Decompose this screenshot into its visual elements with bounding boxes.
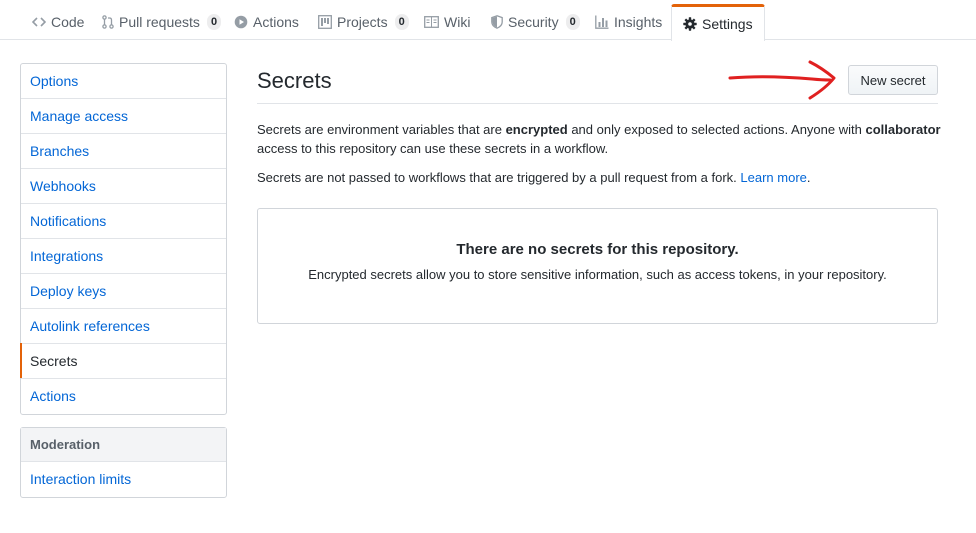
- tab-label: Insights: [614, 14, 663, 30]
- play-icon: [234, 15, 248, 29]
- desc-bold: encrypted: [505, 122, 568, 137]
- blankslate-text: Encrypted secrets allow you to store sen…: [308, 267, 887, 282]
- moderation-heading: Moderation: [21, 428, 226, 462]
- learn-more-link[interactable]: Learn more: [740, 170, 806, 185]
- project-icon: [318, 15, 332, 29]
- sidebar-item-deploy-keys[interactable]: Deploy keys: [21, 274, 226, 309]
- shield-icon: [491, 15, 503, 29]
- repo-nav-tabs: Code Pull requests 0 Actions Projects 0 …: [0, 0, 976, 41]
- sidebar-item-autolink-references[interactable]: Autolink references: [21, 309, 226, 344]
- fork-note: Secrets are not passed to workflows that…: [257, 168, 947, 187]
- sidebar-item-secrets[interactable]: Secrets: [20, 343, 226, 379]
- code-icon: [32, 16, 46, 28]
- tab-label: Settings: [702, 16, 753, 32]
- tab-security[interactable]: Security 0: [491, 4, 580, 40]
- gear-icon: [683, 17, 697, 31]
- sidebar-item-options[interactable]: Options: [21, 64, 226, 99]
- tab-wiki[interactable]: Wiki: [424, 4, 470, 40]
- sidebar-item-interaction-limits[interactable]: Interaction limits: [21, 462, 226, 497]
- blankslate-title: There are no secrets for this repository…: [456, 241, 739, 258]
- new-secret-button[interactable]: New secret: [848, 65, 938, 95]
- desc-text: and only exposed to selected actions. An…: [567, 122, 866, 137]
- sidebar-item-notifications[interactable]: Notifications: [21, 204, 226, 239]
- tab-label: Pull requests: [119, 14, 200, 30]
- fork-note-end: .: [806, 170, 811, 185]
- tab-label: Actions: [253, 14, 299, 30]
- tab-pull-requests[interactable]: Pull requests 0: [102, 4, 222, 40]
- annotation-arrow-icon: [728, 60, 836, 100]
- counter-badge: 0: [565, 14, 580, 30]
- desc-text: Secrets are environment variables that a…: [257, 122, 506, 137]
- book-icon: [424, 16, 439, 28]
- sidebar-item-webhooks[interactable]: Webhooks: [21, 169, 226, 204]
- moderation-sidebar-menu: Moderation Interaction limits: [20, 427, 227, 498]
- fork-note-text: Secrets are not passed to workflows that…: [257, 170, 741, 185]
- sidebar-item-actions[interactable]: Actions: [21, 379, 226, 414]
- tab-actions[interactable]: Actions: [234, 4, 299, 40]
- tab-label: Wiki: [444, 14, 471, 30]
- secrets-description: Secrets are environment variables that a…: [257, 120, 947, 158]
- tab-settings[interactable]: Settings: [671, 4, 765, 41]
- tab-label: Security: [508, 14, 559, 30]
- sidebar-item-branches[interactable]: Branches: [21, 134, 226, 169]
- pull-request-icon: [102, 15, 114, 29]
- tab-insights[interactable]: Insights: [595, 4, 662, 40]
- tab-code[interactable]: Code: [32, 4, 84, 40]
- tab-projects[interactable]: Projects 0: [318, 4, 409, 40]
- settings-sidebar-menu: Options Manage access Branches Webhooks …: [20, 63, 227, 415]
- graph-icon: [595, 15, 609, 29]
- empty-secrets-blankslate: There are no secrets for this repository…: [257, 208, 938, 324]
- tab-label: Projects: [337, 14, 388, 30]
- desc-text: access to this repository can use these …: [257, 141, 609, 156]
- counter-badge: 0: [394, 14, 409, 30]
- tab-label: Code: [51, 14, 85, 30]
- desc-bold: collaborator: [865, 122, 941, 137]
- sidebar-item-manage-access[interactable]: Manage access: [21, 99, 226, 134]
- page-title: Secrets: [257, 68, 332, 93]
- counter-badge: 0: [206, 14, 222, 30]
- sidebar-item-integrations[interactable]: Integrations: [21, 239, 226, 274]
